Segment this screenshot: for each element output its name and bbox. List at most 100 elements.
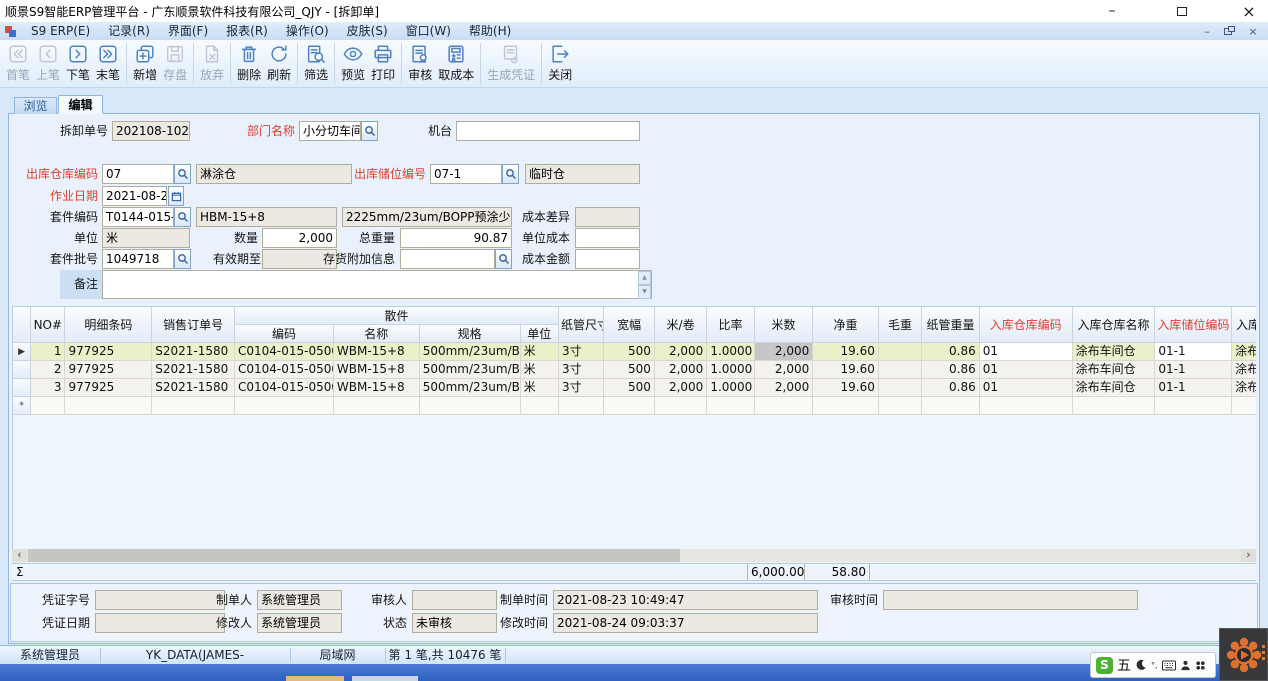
add-button[interactable]: 新增 xyxy=(130,42,160,83)
out-location-lookup-button[interactable] xyxy=(502,164,519,184)
grid-cell[interactable]: 2 xyxy=(31,361,65,379)
cost-amount-field[interactable] xyxy=(575,249,640,269)
filter-button[interactable]: 筛选 xyxy=(301,42,331,83)
punctuation-icon[interactable]: °, xyxy=(1151,661,1158,670)
grid-cell[interactable]: 涂布车间仓 xyxy=(1232,343,1256,361)
table-row[interactable]: 3977925S2021-1580C0104-015-0500-...WBM-1… xyxy=(13,379,1256,397)
grid-cell[interactable]: 977925 xyxy=(65,361,152,379)
menu-operation[interactable]: 操作(O) xyxy=(277,22,338,40)
grid-cell[interactable]: 3 xyxy=(31,379,65,397)
menu-window[interactable]: 窗口(W) xyxy=(397,22,460,40)
unit-cost-field[interactable] xyxy=(575,228,640,248)
delete-button[interactable]: 删除 xyxy=(234,42,264,83)
column-header-spec[interactable]: 规格 xyxy=(420,325,521,343)
grid-cell[interactable]: 1.0000 xyxy=(707,379,754,397)
grid-cell[interactable] xyxy=(813,397,879,415)
grid-cell[interactable]: WBM-15+8 xyxy=(334,361,420,379)
grid-cell[interactable] xyxy=(879,397,922,415)
print-button[interactable]: 打印 xyxy=(368,42,398,83)
grid-cell[interactable]: 2,000 xyxy=(655,343,707,361)
moon-icon[interactable] xyxy=(1135,659,1147,671)
grid-cell[interactable]: 米 xyxy=(521,379,559,397)
grid-cell[interactable]: 01 xyxy=(980,379,1073,397)
column-header-width[interactable]: 宽幅 xyxy=(604,307,654,343)
grid-cell[interactable]: 2,000 xyxy=(655,361,707,379)
close-form-button[interactable]: 关闭 xyxy=(545,42,575,83)
grid-cell[interactable] xyxy=(879,379,922,397)
grid-cell[interactable]: WBM-15+8 xyxy=(334,379,420,397)
column-header-unit[interactable]: 单位 xyxy=(521,325,559,343)
grid-cell[interactable] xyxy=(31,397,65,415)
column-header-in_wh_code[interactable]: 入库仓库编码 xyxy=(980,307,1073,343)
grid-cell[interactable]: 1.0000 xyxy=(707,343,754,361)
grid-cell[interactable]: 2,000 xyxy=(655,379,707,397)
grid-cell[interactable] xyxy=(559,397,604,415)
grid-cell[interactable]: 0.86 xyxy=(922,379,980,397)
column-header-name[interactable]: 名称 xyxy=(334,325,420,343)
dept-field[interactable]: 小分切车间 xyxy=(299,121,361,141)
taskbar-item[interactable] xyxy=(352,676,418,681)
grid-cell[interactable]: 米 xyxy=(521,361,559,379)
grid-cell[interactable] xyxy=(755,397,814,415)
column-header-in_loc_code[interactable]: 入库储位编码 xyxy=(1155,307,1232,343)
qty-field[interactable]: 2,000 xyxy=(262,228,337,248)
grid-cell[interactable]: 500 xyxy=(604,343,654,361)
grid-cell[interactable]: 01 xyxy=(980,361,1073,379)
grid-cell[interactable] xyxy=(1155,397,1232,415)
grid-cell[interactable]: 0.86 xyxy=(922,343,980,361)
grid-cell[interactable]: 3寸 xyxy=(559,379,604,397)
kit-code-lookup-button[interactable] xyxy=(174,207,191,227)
scrollbar-thumb[interactable] xyxy=(28,549,680,562)
kit-batch-field[interactable]: 1049718 xyxy=(102,249,174,269)
grid-cell[interactable] xyxy=(235,397,334,415)
tab-browse[interactable]: 浏览 xyxy=(14,97,57,114)
menu-s9erp[interactable]: S9 ERP(E) xyxy=(22,22,99,40)
grid-cell[interactable]: 01-1 xyxy=(1155,379,1232,397)
grid-cell[interactable] xyxy=(152,397,235,415)
grid-cell[interactable] xyxy=(334,397,420,415)
taskbar-item[interactable] xyxy=(286,676,344,681)
new-row[interactable]: * xyxy=(13,397,1256,415)
row-indicator[interactable] xyxy=(13,379,31,397)
grid-cell[interactable]: C0104-015-0500-... xyxy=(235,379,334,397)
grid-cell[interactable]: 2,000 xyxy=(755,379,814,397)
last-record-button[interactable]: 末笔 xyxy=(93,42,123,83)
grid-cell[interactable] xyxy=(879,361,922,379)
refresh-button[interactable]: 刷新 xyxy=(264,42,294,83)
grid-cell[interactable]: C0104-015-0500-... xyxy=(235,343,334,361)
work-date-field[interactable]: 2021-08-23 xyxy=(102,186,167,206)
get-cost-button[interactable]: 取成本 xyxy=(435,42,477,83)
out-warehouse-field[interactable]: 07 xyxy=(102,164,174,184)
mdi-restore-button[interactable] xyxy=(1220,24,1238,38)
menu-report[interactable]: 报表(R) xyxy=(217,22,277,40)
grid-cell[interactable]: 涂布车间仓 xyxy=(1232,379,1256,397)
menu-help[interactable]: 帮助(H) xyxy=(460,22,520,40)
grid-cell[interactable] xyxy=(1232,397,1256,415)
weight-field[interactable]: 90.87 xyxy=(400,228,512,248)
mdi-minimize-button[interactable]: – xyxy=(1198,24,1216,38)
menu-interface[interactable]: 界面(F) xyxy=(159,22,217,40)
scroll-right-button[interactable]: › xyxy=(1241,549,1256,562)
column-header-tube[interactable]: 纸管尺寸 xyxy=(559,307,604,343)
table-row[interactable]: ▶1977925S2021-1580C0104-015-0500-...WBM-… xyxy=(13,343,1256,361)
next-record-button[interactable]: 下笔 xyxy=(63,42,93,83)
grid-cell[interactable]: 19.60 xyxy=(813,361,879,379)
column-header-gross[interactable]: 毛重 xyxy=(879,307,922,343)
remark-scroll-up-button[interactable]: ▲ xyxy=(638,271,651,285)
close-button[interactable]: × xyxy=(1232,0,1266,22)
column-header-ratio[interactable]: 比率 xyxy=(707,307,754,343)
grid-cell[interactable] xyxy=(604,397,654,415)
grid-cell[interactable]: 19.60 xyxy=(813,343,879,361)
minimize-button[interactable]: – xyxy=(1095,0,1129,22)
grid-cell[interactable]: S2021-1580 xyxy=(152,361,235,379)
row-indicator[interactable]: ▶ xyxy=(13,343,31,361)
toolbox-grid-icon[interactable] xyxy=(1195,660,1206,671)
kit-batch-lookup-button[interactable] xyxy=(174,249,191,269)
date-picker-button[interactable] xyxy=(168,186,184,206)
inv-extra-lookup-button[interactable] xyxy=(495,249,512,269)
grid-cell[interactable] xyxy=(521,397,559,415)
grid-cell[interactable]: WBM-15+8 xyxy=(334,343,420,361)
grid-cell[interactable]: 3寸 xyxy=(559,361,604,379)
kit-code-field[interactable]: T0144-015-2225 xyxy=(102,207,174,227)
column-header-net[interactable]: 净重 xyxy=(813,307,879,343)
